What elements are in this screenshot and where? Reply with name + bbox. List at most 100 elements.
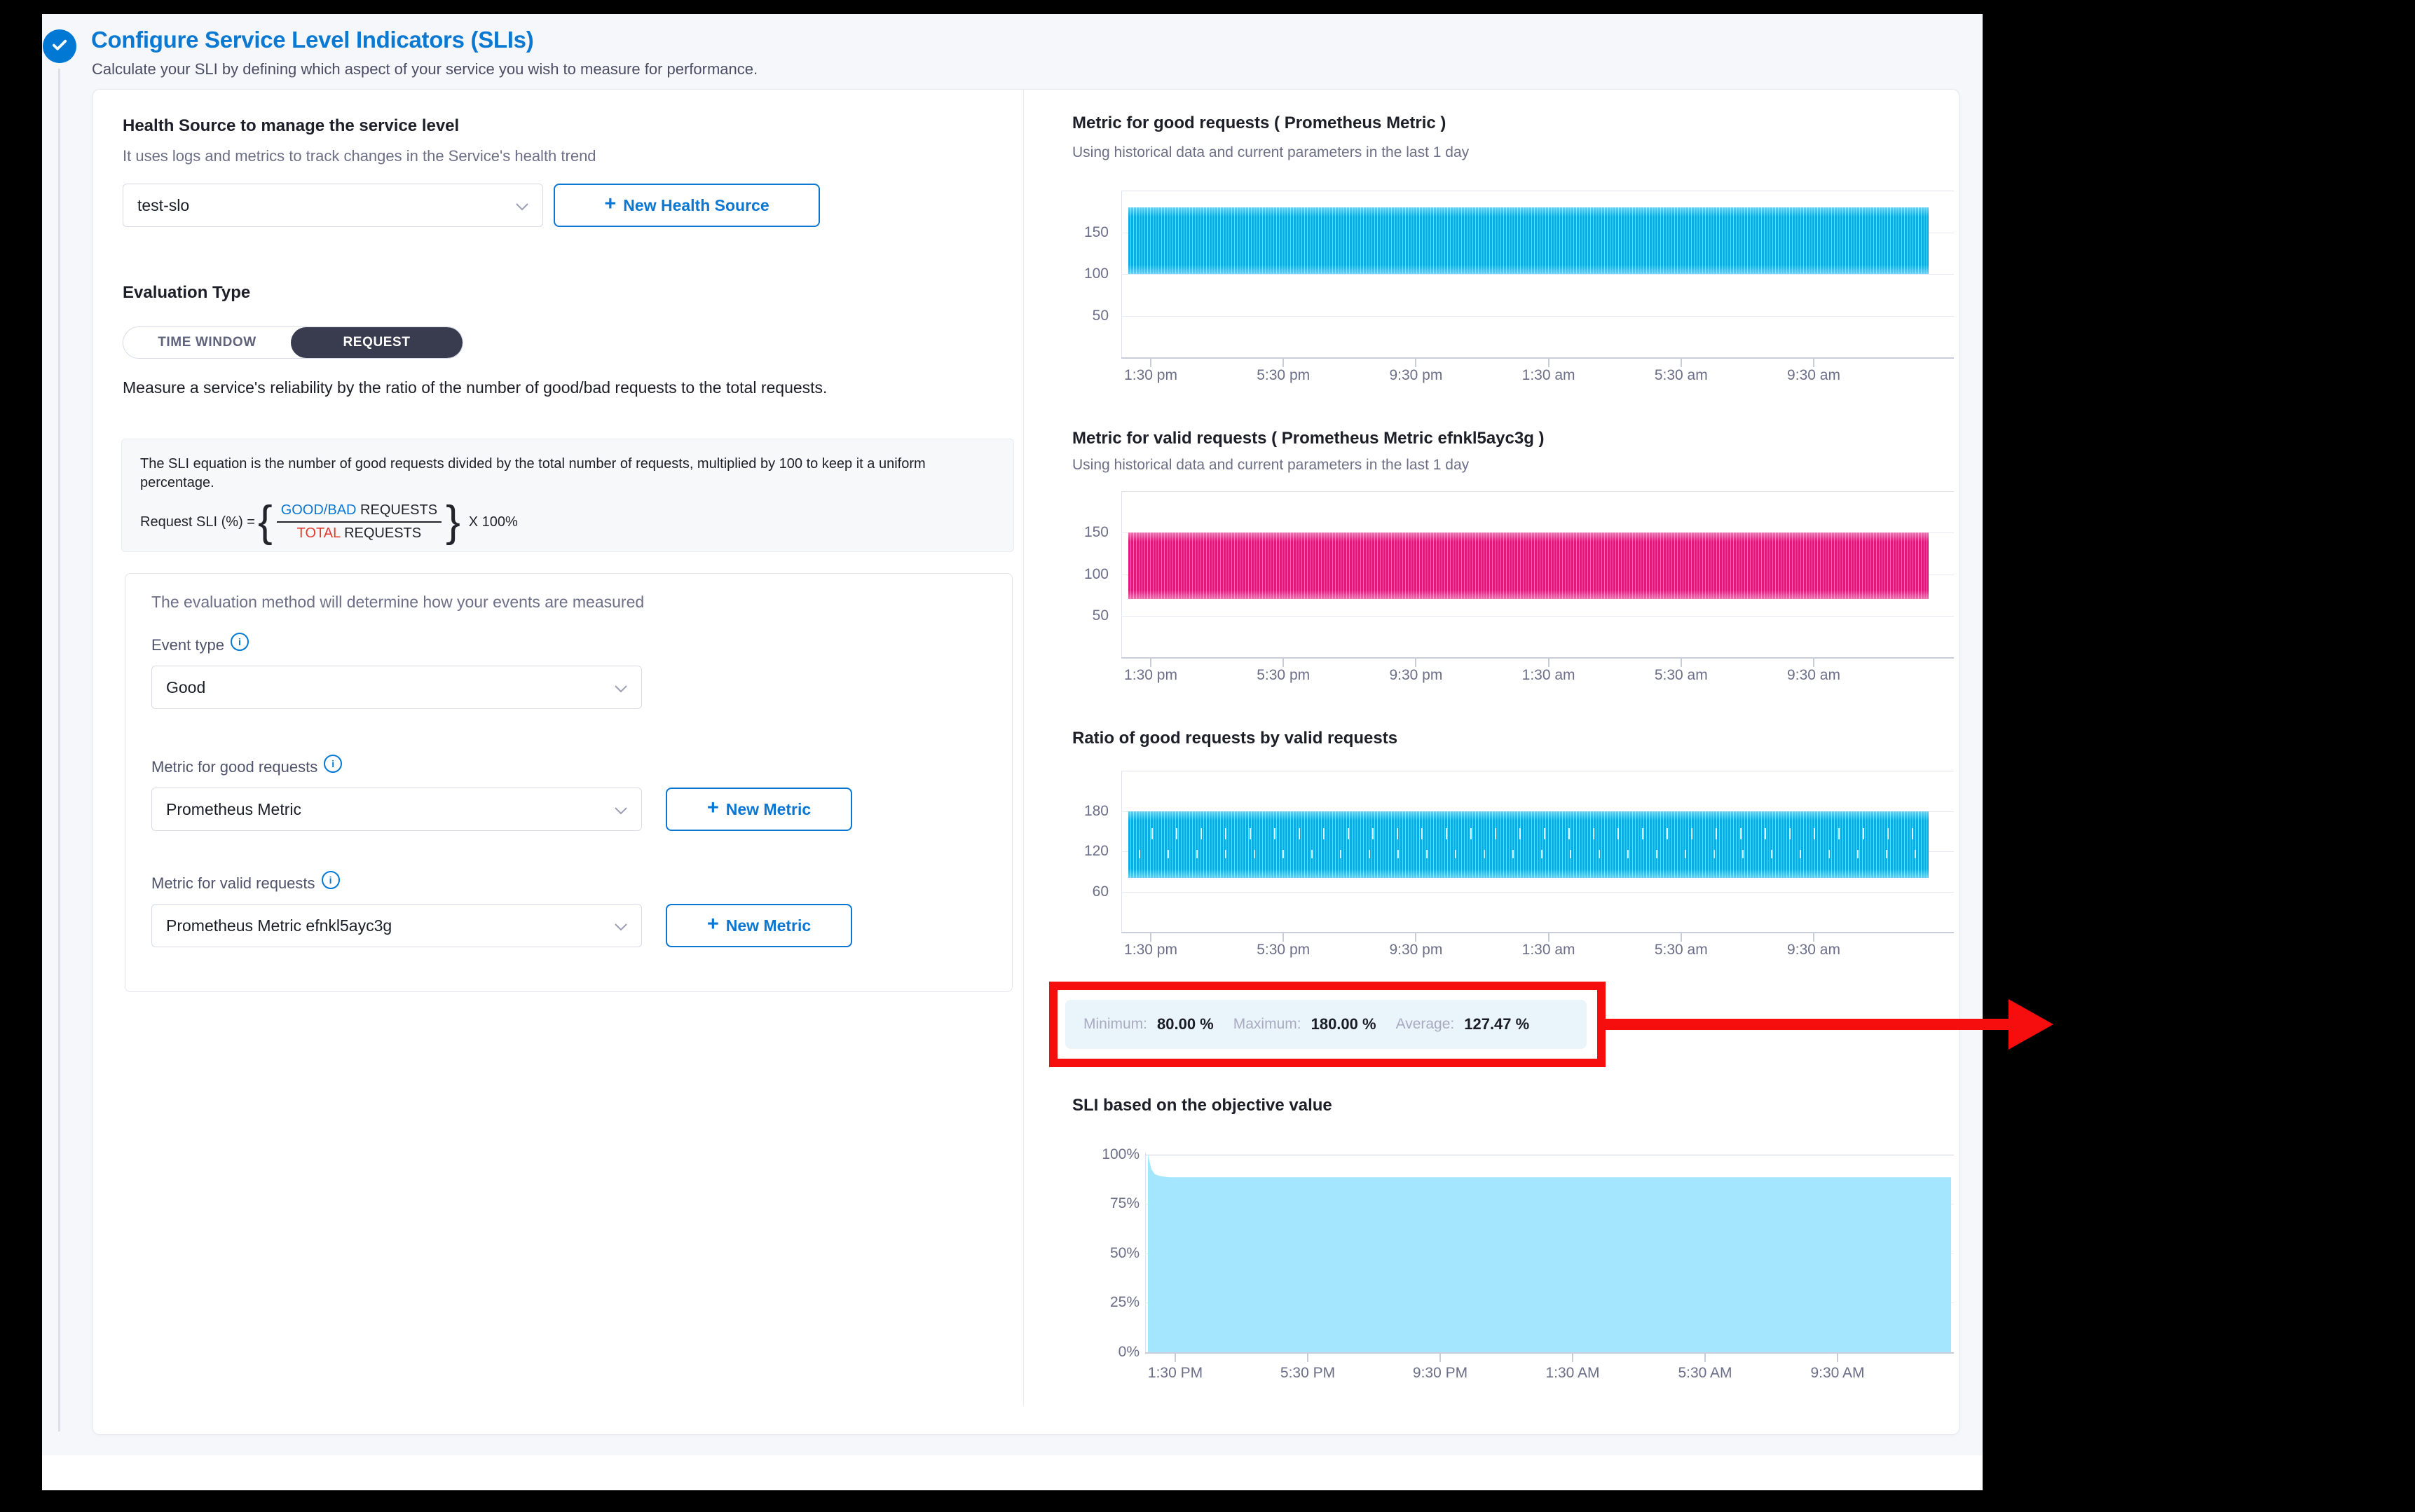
- x-tick-label: 5:30 pm: [1257, 667, 1310, 684]
- chart-valid-subtitle: Using historical data and current parame…: [1072, 457, 1469, 474]
- event-type-label-row: Event type i: [151, 636, 249, 654]
- x-tick-label: 5:30 PM: [1280, 1365, 1335, 1382]
- tick-mark: [1415, 359, 1416, 367]
- evaluation-method-description: The evaluation method will determine how…: [151, 593, 644, 612]
- evaluation-type-toggle: TIME WINDOW REQUEST: [123, 327, 463, 359]
- chart-sli-title: SLI based on the objective value: [1072, 1096, 1332, 1115]
- x-tick-label: 9:30 am: [1787, 942, 1840, 958]
- chevron-down-icon: [516, 196, 528, 215]
- equation-lhs: Request SLI (%) =: [140, 514, 255, 530]
- tick-mark: [1282, 359, 1284, 367]
- annotation-highlight-box: [1049, 982, 1606, 1067]
- annotation-arrow-head: [2009, 999, 2053, 1050]
- x-tick-label: 9:30 pm: [1389, 367, 1442, 384]
- toggle-option-request[interactable]: REQUEST: [291, 327, 463, 358]
- health-source-dropdown-value: test-slo: [137, 196, 189, 215]
- tick-mark: [1681, 933, 1682, 942]
- tick-mark: [1681, 659, 1682, 667]
- x-tick-label: 5:30 pm: [1257, 367, 1310, 384]
- good-metric-dropdown[interactable]: Prometheus Metric: [151, 788, 642, 831]
- y-tick-label: 100%: [1041, 1146, 1140, 1163]
- stage: Configure Service Level Indicators (SLIs…: [0, 0, 2415, 1512]
- chart-ratio-title: Ratio of good requests by valid requests: [1072, 729, 1397, 748]
- x-tick-label: 9:30 PM: [1413, 1365, 1468, 1382]
- tick-mark: [1813, 659, 1814, 667]
- valid-metric-label-row: Metric for valid requests i: [151, 874, 340, 893]
- y-tick-label: 25%: [1041, 1294, 1140, 1311]
- x-tick-label: 9:30 am: [1787, 667, 1840, 684]
- chevron-down-icon: [615, 678, 627, 697]
- equation-fraction: GOOD/BAD REQUESTS TOTAL REQUESTS: [277, 502, 442, 542]
- sli-area-svg: [1148, 1153, 1951, 1352]
- good-metric-label-row: Metric for good requests i: [151, 758, 342, 776]
- tick-mark: [1150, 359, 1151, 367]
- page-subtitle: Calculate your SLI by defining which asp…: [92, 60, 758, 78]
- tick-mark: [1548, 659, 1549, 667]
- info-icon[interactable]: i: [322, 871, 340, 889]
- chevron-down-icon: [615, 916, 627, 935]
- chevron-down-icon: [615, 800, 627, 819]
- tick-mark: [1150, 933, 1151, 942]
- x-tick-label: 9:30 pm: [1389, 942, 1442, 958]
- y-tick-label: 120: [1011, 843, 1109, 860]
- axis-line: [1145, 1352, 1954, 1354]
- tick-mark: [1548, 359, 1549, 367]
- event-type-label: Event type: [151, 636, 224, 654]
- axis-line: [1121, 357, 1954, 359]
- sli-equation-text: The SLI equation is the number of good r…: [122, 439, 1013, 493]
- tick-mark: [1439, 1354, 1441, 1362]
- plus-icon: +: [707, 914, 719, 935]
- health-source-hint: It uses logs and metrics to track change…: [123, 147, 596, 165]
- stepper-line: [58, 69, 60, 1431]
- new-metric-button-valid[interactable]: + New Metric: [666, 904, 852, 947]
- axis-line: [1121, 932, 1954, 933]
- y-tick-label: 150: [1011, 224, 1109, 241]
- x-tick-label: 5:30 am: [1655, 667, 1708, 684]
- brace-right: }: [446, 502, 460, 542]
- x-tick-label: 9:30 am: [1787, 367, 1840, 384]
- x-tick-label: 1:30 am: [1522, 367, 1575, 384]
- x-tick-label: 1:30 pm: [1124, 942, 1177, 958]
- y-tick-label: 50: [1011, 607, 1109, 624]
- toggle-option-time-window[interactable]: TIME WINDOW: [123, 327, 291, 358]
- x-tick-label: 5:30 am: [1655, 942, 1708, 958]
- info-icon[interactable]: i: [324, 755, 342, 773]
- tick-mark: [1282, 933, 1284, 942]
- x-tick-label: 1:30 pm: [1124, 367, 1177, 384]
- good-metric-label: Metric for good requests: [151, 758, 317, 776]
- y-tick-label: 100: [1011, 266, 1109, 282]
- chart-band: [1128, 207, 1929, 274]
- info-icon[interactable]: i: [231, 633, 249, 651]
- tick-mark: [1704, 1354, 1706, 1362]
- new-metric-button-good-label: New Metric: [726, 800, 811, 819]
- column-divider: [1023, 90, 1024, 1406]
- new-health-source-button[interactable]: + New Health Source: [554, 184, 820, 227]
- event-type-dropdown[interactable]: Good: [151, 666, 642, 709]
- y-tick-label: 75%: [1041, 1195, 1140, 1212]
- new-metric-button-good[interactable]: + New Metric: [666, 788, 852, 831]
- chart-valid-title: Metric for valid requests ( Prometheus M…: [1072, 429, 1545, 448]
- check-icon: [50, 35, 69, 58]
- x-tick-label: 9:30 AM: [1810, 1365, 1864, 1382]
- valid-metric-dropdown[interactable]: Prometheus Metric efnkl5ayc3g: [151, 904, 642, 947]
- step-complete-icon[interactable]: [43, 29, 76, 63]
- axis-line: [1121, 657, 1954, 659]
- x-tick-label: 1:30 am: [1522, 942, 1575, 958]
- y-tick-label: 50%: [1041, 1245, 1140, 1262]
- chart-band: [1128, 811, 1929, 879]
- tick-mark: [1175, 1354, 1176, 1362]
- x-tick-label: 5:30 pm: [1257, 942, 1310, 958]
- tick-mark: [1150, 659, 1151, 667]
- tick-mark: [1307, 1354, 1308, 1362]
- y-tick-label: 150: [1011, 524, 1109, 541]
- brace-left: {: [258, 502, 273, 542]
- health-source-label: Health Source to manage the service leve…: [123, 116, 459, 136]
- y-tick-label: 100: [1011, 566, 1109, 583]
- x-tick-label: 1:30 pm: [1124, 667, 1177, 684]
- good-metric-dropdown-value: Prometheus Metric: [166, 800, 301, 819]
- y-tick-label: 60: [1011, 884, 1109, 900]
- new-health-source-button-label: New Health Source: [623, 196, 769, 215]
- tick-mark: [1572, 1354, 1573, 1362]
- footer-strip: [42, 1455, 1983, 1490]
- health-source-dropdown[interactable]: test-slo: [123, 184, 543, 227]
